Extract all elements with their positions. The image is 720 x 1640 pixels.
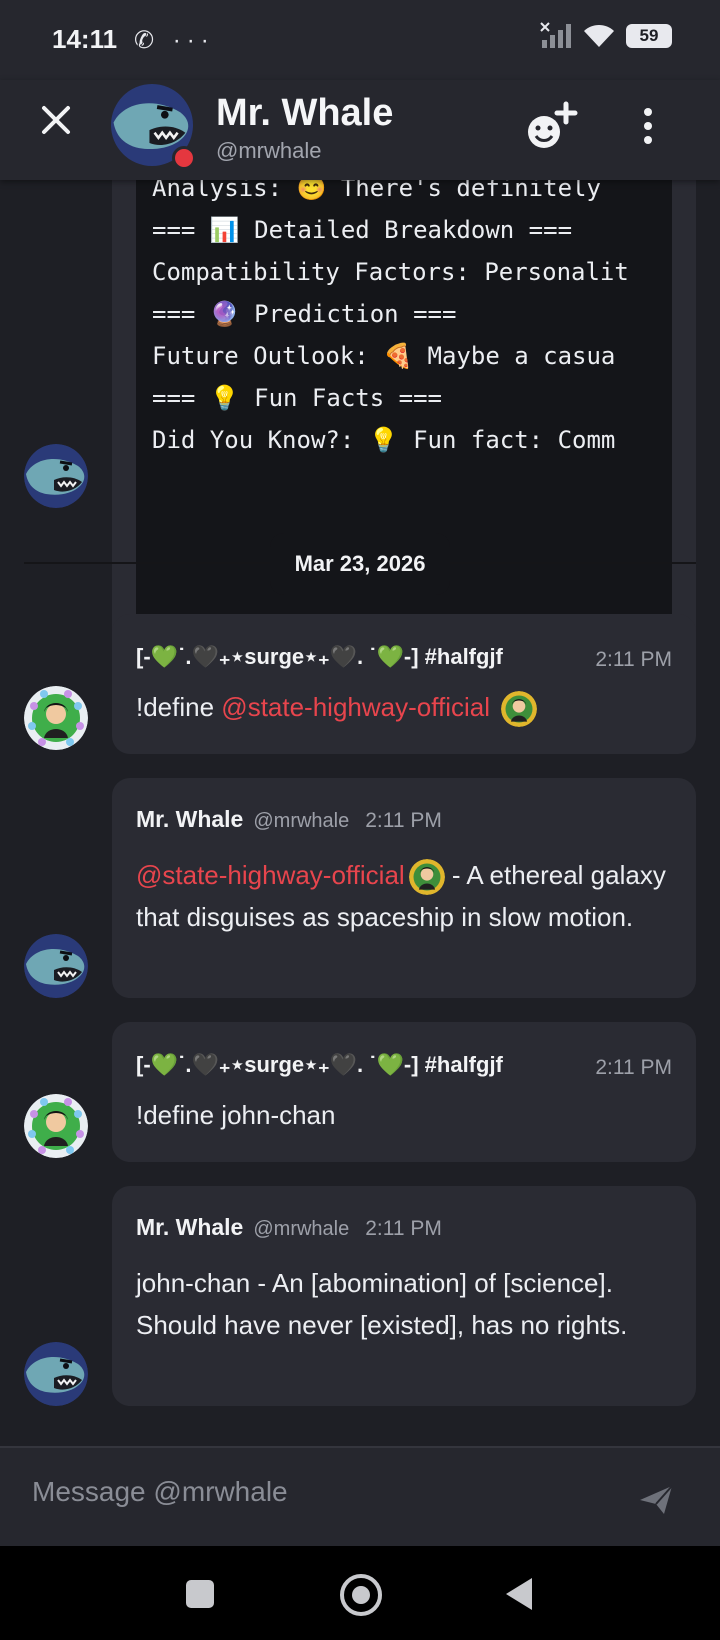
code-line: === 💡 Fun Facts === (152, 384, 442, 412)
message-bubble[interactable]: Mr. Whale @mrwhale 2:11 PM john-chan - A… (112, 1186, 696, 1406)
avatar[interactable] (24, 934, 88, 998)
message-timestamp: 2:11 PM (595, 648, 672, 671)
status-bar: 14:11 ✆ ··· 59 (0, 0, 720, 80)
message-content: @state-highway-official - A ethereal gal… (136, 854, 676, 938)
user-mention[interactable]: @state-highway-official (136, 860, 405, 890)
more-options-icon[interactable] (628, 102, 668, 150)
code-line: Analysis: 😊 There's definitely (152, 180, 601, 202)
signal-icon (540, 22, 571, 48)
message-author-handle: @mrwhale (253, 1218, 350, 1240)
dm-header: Mr. Whale @mrwhale (0, 80, 720, 180)
message-bubble[interactable]: Mr. Whale @mrwhale 2:11 PM @state-highwa… (112, 778, 696, 998)
recipient-handle: @mrwhale (216, 138, 322, 163)
message-timestamp: 2:11 PM (365, 809, 442, 832)
code-line: Compatibility Factors: Personalit (152, 258, 629, 286)
system-icons: 59 (540, 22, 672, 50)
message-author[interactable]: Mr. Whale (136, 1214, 243, 1241)
mentioned-user-avatar (409, 859, 445, 895)
avatar[interactable] (24, 444, 88, 508)
date-divider: Mar 23, 2026 (270, 533, 450, 595)
avatar[interactable] (24, 1094, 88, 1158)
code-line: === 📊 Detailed Breakdown === (152, 216, 573, 244)
message-bubble[interactable]: [-💚˙.🖤₊⋆surge⋆₊🖤. ˙💚-] #halfgjf 2:11 PM … (112, 1022, 696, 1162)
avatar[interactable] (24, 686, 88, 750)
notification-icons: ✆ ··· (134, 27, 215, 54)
system-navigation-bar (0, 1546, 720, 1640)
message-author[interactable]: [-💚˙.🖤₊⋆surge⋆₊🖤. ˙💚-] #halfgjf (136, 1052, 556, 1078)
code-line: === 🔮 Prediction === (152, 300, 457, 328)
message-input[interactable]: Message @mrwhale (32, 1476, 288, 1508)
back-button[interactable] (506, 1578, 532, 1610)
avatar[interactable] (24, 1342, 88, 1406)
mentioned-user-avatar (501, 691, 537, 727)
message-content: !define @state-highway-official (136, 686, 676, 728)
home-button[interactable] (340, 1574, 382, 1616)
message-timestamp: 2:11 PM (595, 1056, 672, 1079)
dnd-status-dot (172, 146, 196, 170)
message-timestamp: 2:11 PM (365, 1217, 442, 1240)
message-bubble[interactable]: [-💚˙.🖤₊⋆surge⋆₊🖤. ˙💚-] #halfgjf 2:11 PM … (112, 614, 696, 754)
close-icon[interactable] (38, 102, 74, 138)
recipient-name: Mr. Whale (216, 92, 394, 134)
clock: 14:11 (52, 24, 118, 54)
user-mention[interactable]: @state-highway-official (221, 692, 490, 722)
message-content: !define john-chan (136, 1100, 336, 1130)
recents-button[interactable] (186, 1580, 214, 1608)
message-author-handle: @mrwhale (253, 810, 350, 832)
message-text: !define (136, 692, 222, 722)
message-author[interactable]: Mr. Whale (136, 806, 243, 833)
code-line: Future Outlook: 🍕 Maybe a casua (152, 342, 616, 370)
message-list[interactable]: Analysis: 😊 There's definitely === 📊 Det… (0, 180, 720, 1445)
message-author[interactable]: [-💚˙.🖤₊⋆surge⋆₊🖤. ˙💚-] #halfgjf (136, 644, 556, 670)
battery-indicator: 59 (626, 24, 672, 48)
message-composer: Message @mrwhale (0, 1446, 720, 1548)
wifi-icon (584, 25, 614, 47)
add-reaction-icon[interactable] (524, 98, 580, 154)
message-content: john-chan - An [abomination] of [science… (136, 1268, 628, 1340)
code-line: Did You Know?: 💡 Fun fact: Comm (152, 426, 616, 454)
send-icon[interactable] (638, 1482, 674, 1518)
